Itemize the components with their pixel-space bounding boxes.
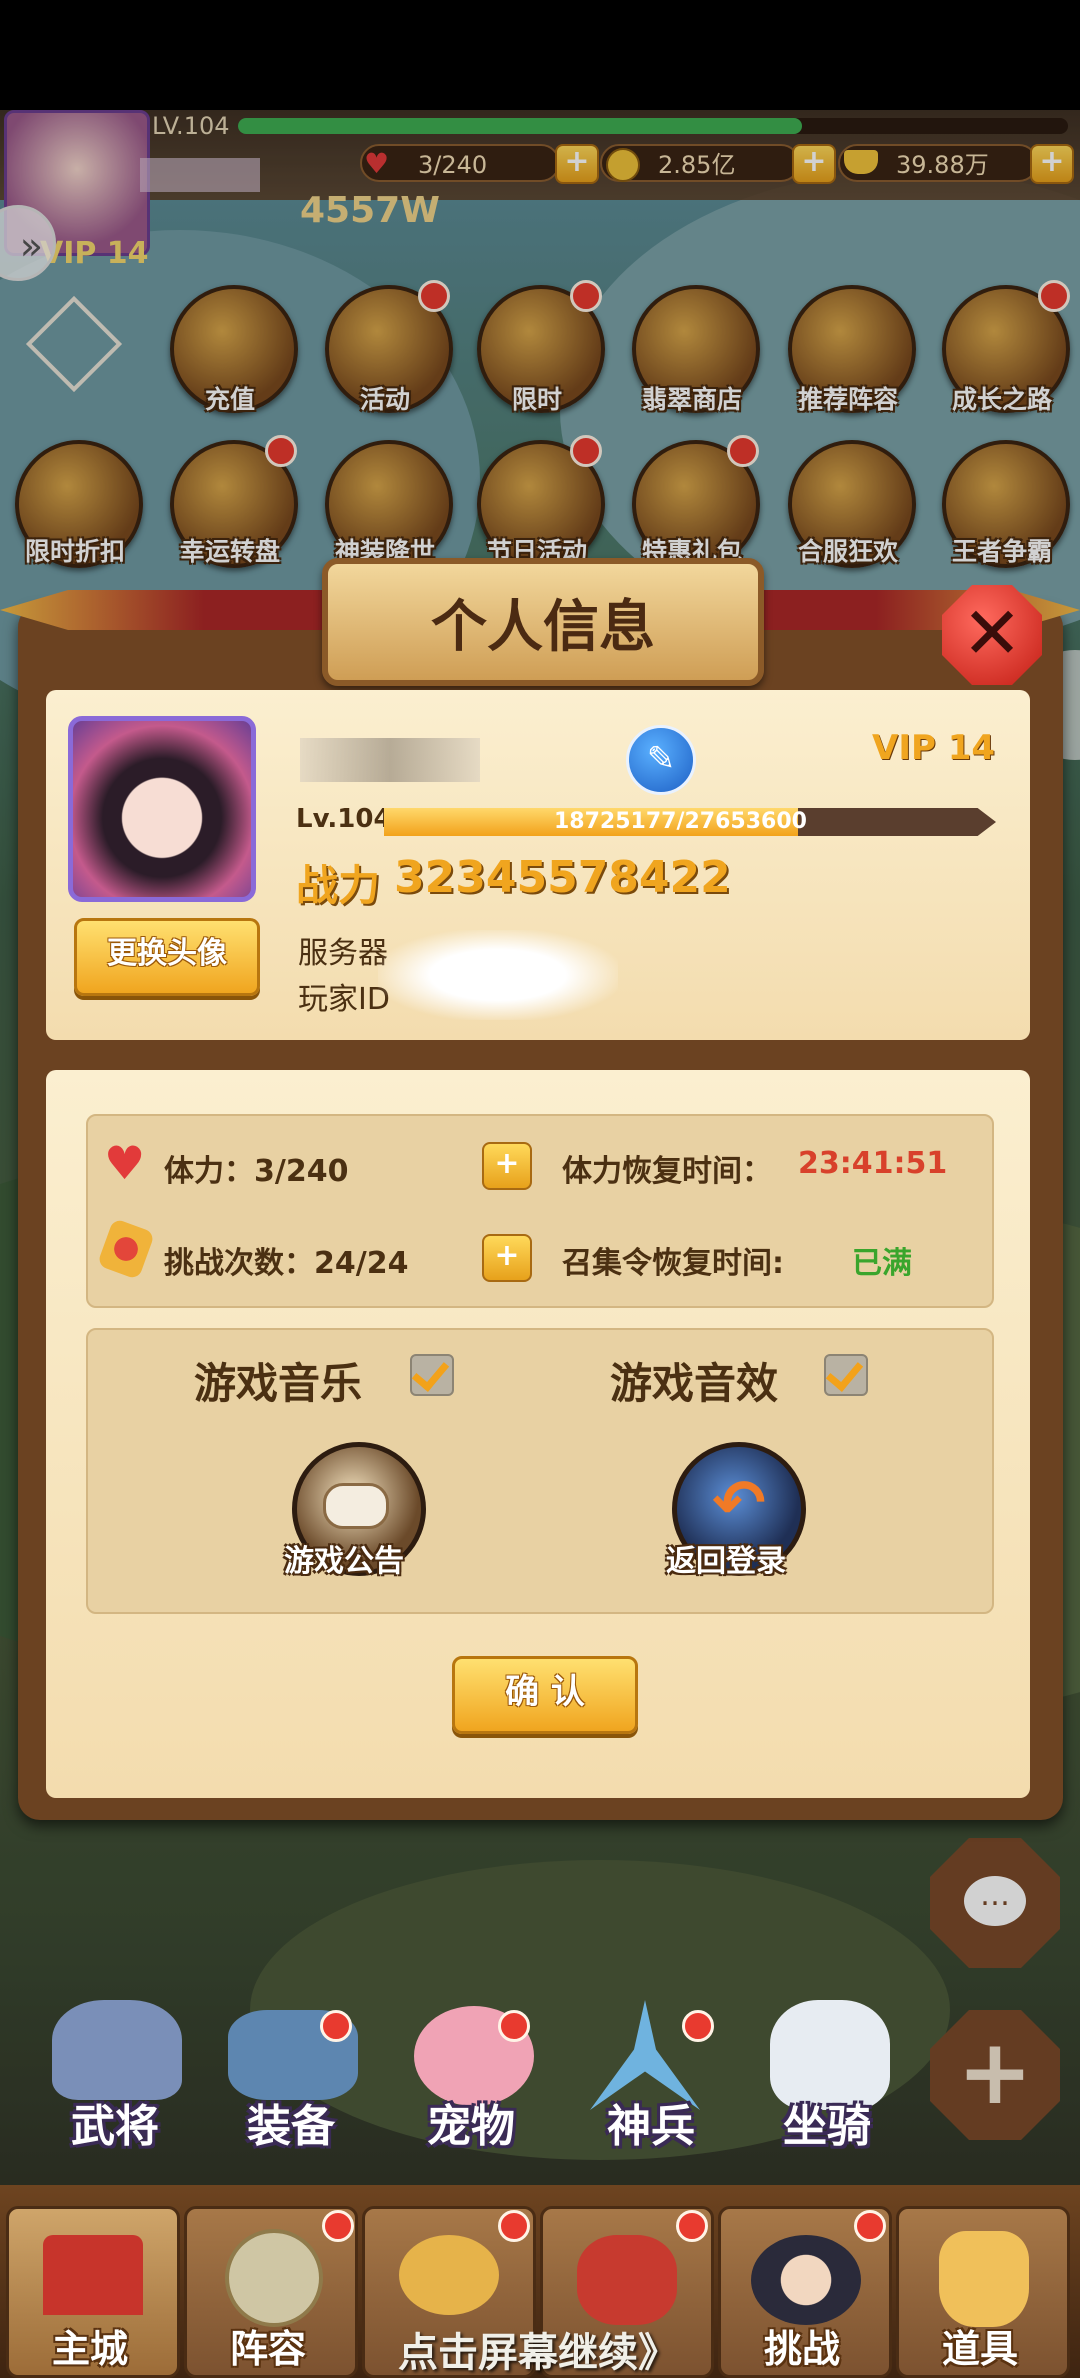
dialog-title: 个人信息	[431, 594, 655, 660]
server-label: 服务器	[298, 936, 388, 971]
close-button[interactable]: ✕	[942, 585, 1042, 685]
pet-reddot	[498, 2010, 530, 2042]
dialog-challenge-plus-button[interactable]: +	[482, 1234, 532, 1282]
stamina-heart-icon: ♥	[104, 1136, 146, 1190]
music-label: 游戏音乐	[194, 1359, 363, 1408]
announcement-label: 游戏公告	[284, 1544, 404, 1579]
exp-bar: 18725177/27653600	[384, 808, 996, 836]
return-arrow-icon: ↶	[712, 1467, 766, 1541]
tab-label-lineup: 阵容	[229, 2327, 306, 2371]
stamina-recover-value: 23:41:51	[798, 1146, 948, 1181]
scroll-icon	[323, 1483, 389, 1529]
continue-hint[interactable]: 点击屏幕继续》	[398, 2320, 678, 2378]
music-checkbox[interactable]	[410, 1354, 454, 1396]
exp-value: 18725177/27653600	[554, 809, 807, 834]
summon-recover-label: 召集令恢复时间:	[562, 1246, 784, 1281]
feature-label-divine-weapon: 神兵	[607, 2101, 695, 2152]
stamina-recover-label: 体力恢复时间：	[562, 1154, 772, 1189]
bag-icon	[577, 2235, 677, 2325]
power-label: 战力	[296, 861, 381, 910]
sfx-checkbox[interactable]	[824, 1354, 868, 1396]
challenge-label: 挑战次数：24/24	[164, 1246, 409, 1281]
generals-icon[interactable]	[52, 2000, 182, 2100]
tab-4-reddot	[676, 2210, 708, 2242]
tab-label-main-city: 主城	[51, 2327, 128, 2371]
confirm-button[interactable]: 确 认	[452, 1656, 638, 1734]
dialog-stamina-plus-button[interactable]: +	[482, 1142, 532, 1190]
edit-name-icon[interactable]: ✎	[626, 725, 696, 795]
dialog-title-plaque: 个人信息	[322, 558, 764, 686]
close-icon: ✕	[961, 591, 1023, 675]
tab-3-reddot	[498, 2210, 530, 2242]
city-gate-icon	[43, 2235, 143, 2315]
compass-icon	[225, 2229, 323, 2327]
confirm-label: 确 认	[505, 1672, 585, 1712]
fighters-icon	[751, 2235, 861, 2325]
change-avatar-label: 更换头像	[107, 936, 227, 971]
player-name-blurred	[300, 738, 480, 782]
server-id-blurred	[378, 930, 618, 1020]
feature-label-mount: 坐骑	[783, 2101, 871, 2152]
summon-recover-value: 已满	[852, 1246, 912, 1281]
back-login-label: 返回登录	[666, 1544, 786, 1579]
tab-label-items: 道具	[941, 2327, 1018, 2371]
sfx-label: 游戏音效	[610, 1359, 779, 1408]
tab-label-challenge: 挑战	[763, 2327, 840, 2371]
jar-icon	[939, 2231, 1029, 2327]
power-value: 32345578422	[394, 852, 731, 903]
stamina-label: 体力：3/240	[164, 1154, 349, 1189]
divine-weapon-reddot	[682, 2010, 714, 2042]
feature-label-pet: 宠物	[427, 2101, 515, 2152]
title-ribbon-left	[0, 590, 340, 630]
feature-label-generals: 武将	[71, 2101, 159, 2152]
profile-avatar[interactable]	[68, 716, 256, 902]
equipment-reddot	[320, 2010, 352, 2042]
tab-challenge-reddot	[854, 2210, 886, 2242]
tab-lineup-reddot	[322, 2210, 354, 2242]
hat-icon	[399, 2235, 499, 2315]
dialog-vip: VIP 14	[872, 728, 996, 768]
player-id-label: 玩家ID	[298, 982, 390, 1017]
change-avatar-button[interactable]: 更换头像	[74, 918, 260, 996]
feature-label-equipment: 装备	[247, 2101, 335, 2152]
dialog-level: Lv.104	[296, 804, 392, 834]
